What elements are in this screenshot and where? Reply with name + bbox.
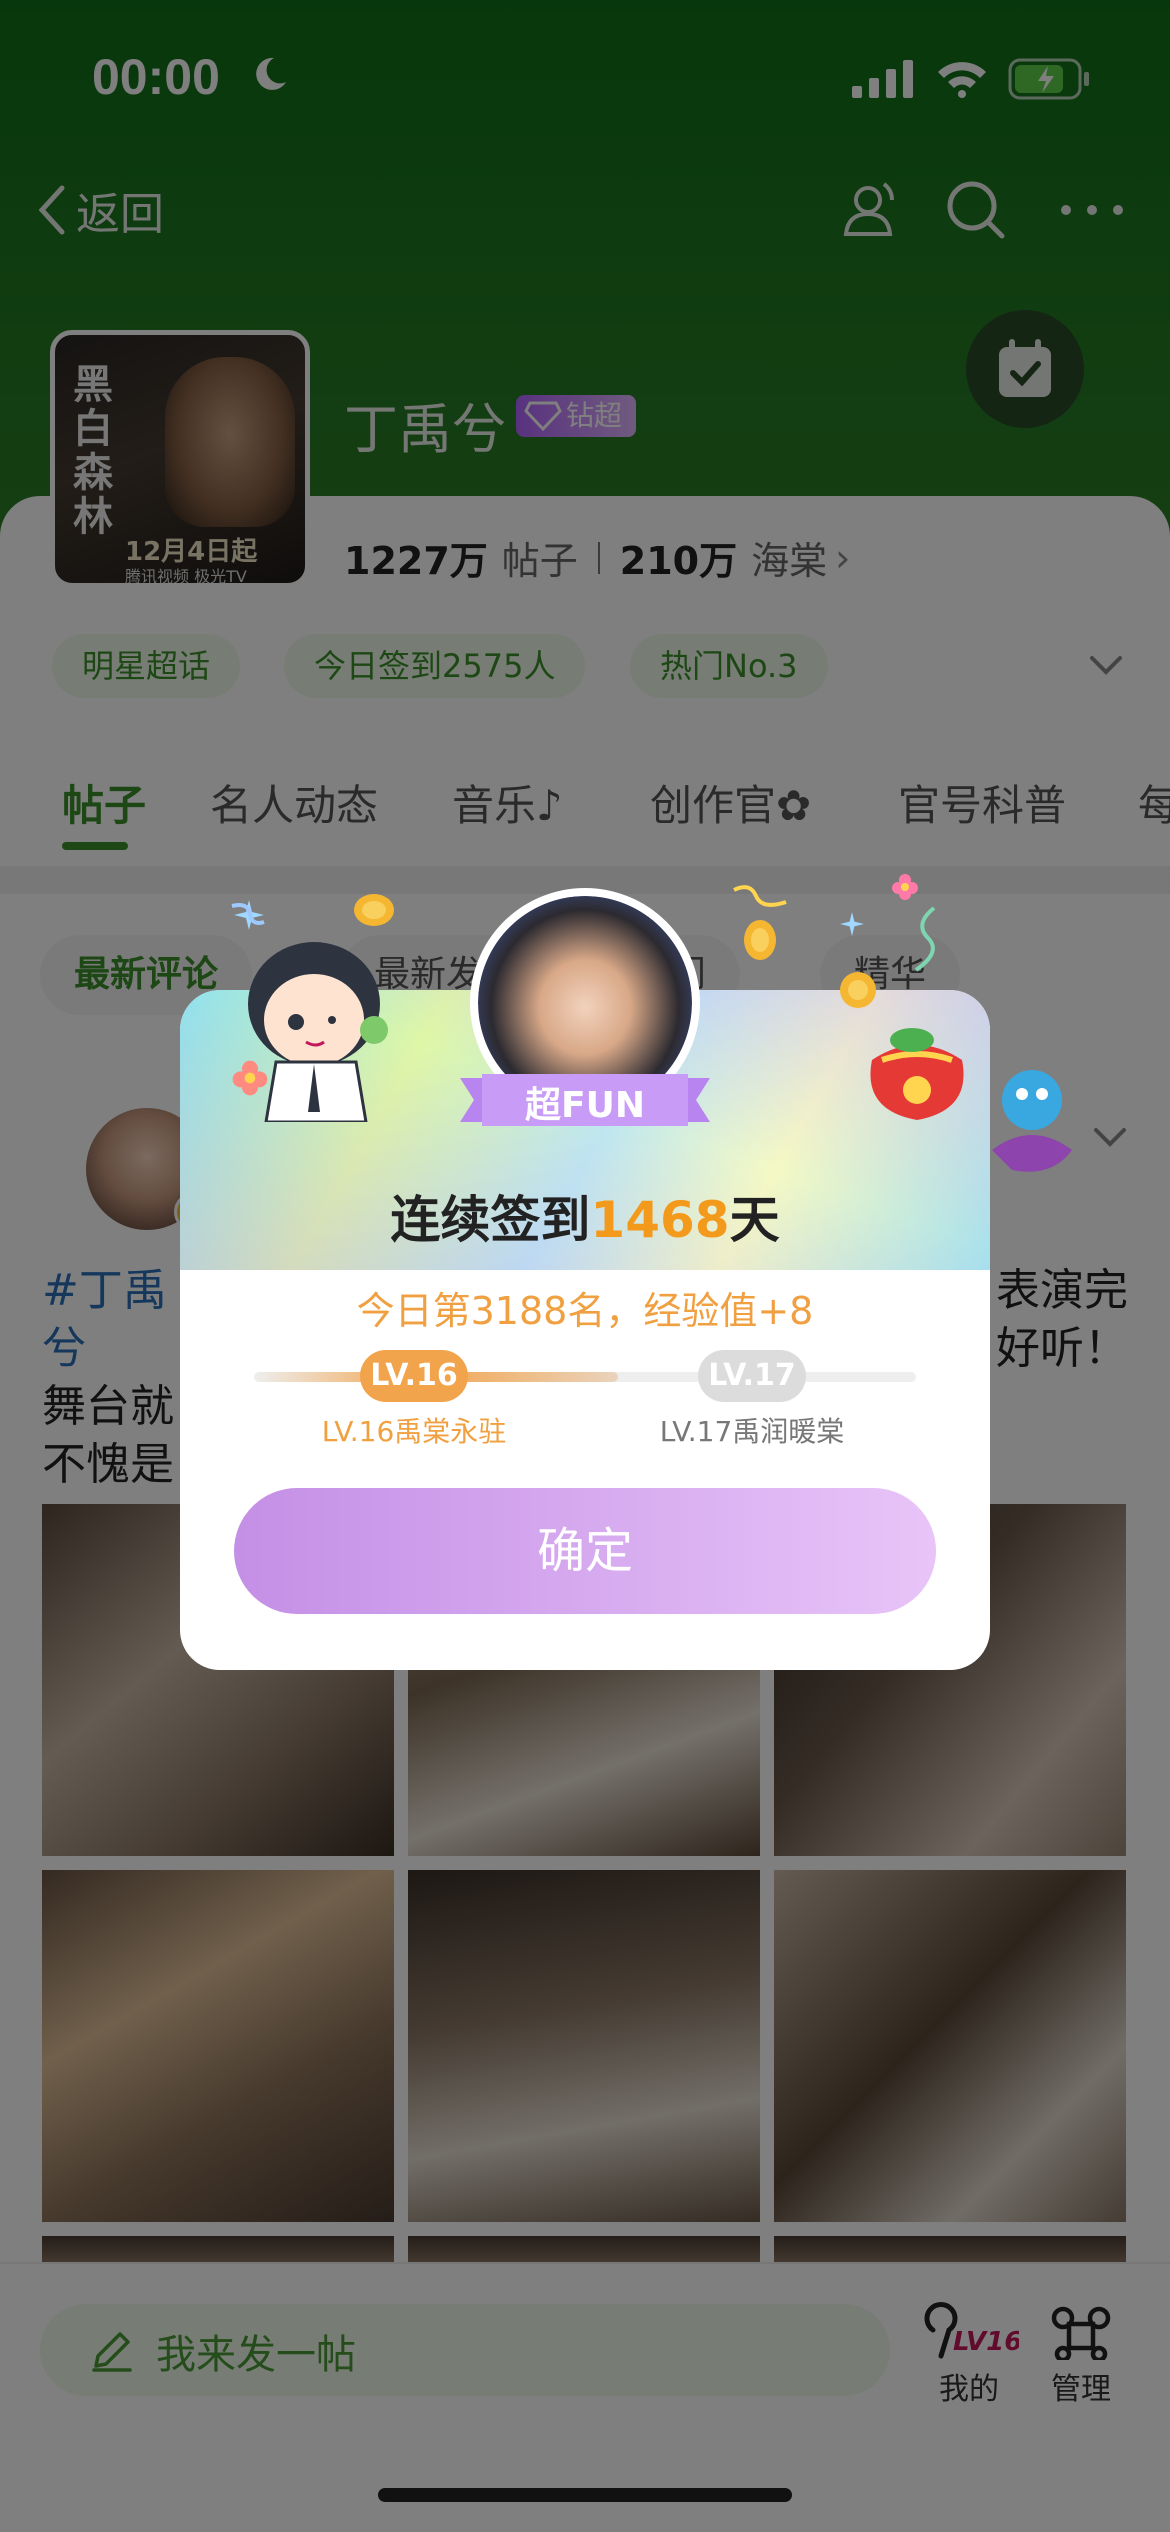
streak-text: 连续签到1468天 [180, 1180, 990, 1252]
coin-icon [354, 894, 394, 926]
fun-ribbon: 超FUN [460, 1068, 710, 1132]
rank-text: 今日第3188名，经验值+8 [356, 1289, 814, 1333]
lucky-bag-icon [870, 1028, 964, 1120]
coin-icon [744, 920, 776, 960]
flower-icon [892, 874, 918, 900]
next-level-name: LV.17禹润暖棠 [659, 1415, 845, 1448]
checkin-modal: 连续签到1468天 今日第3188名，经验值+8 LV.16 LV.17 LV.… [0, 0, 1170, 2532]
confirm-button[interactable]: 确定 [234, 1488, 936, 1614]
home-indicator[interactable] [378, 2488, 792, 2502]
streamer-icon [733, 885, 787, 907]
current-level-pill: LV.16 [360, 1350, 468, 1402]
ribbon-label: 超FUN [525, 1085, 645, 1126]
level-progress [254, 1372, 916, 1382]
current-level-name: LV.16禹棠永驻 [321, 1415, 507, 1448]
toy-decoration-icon [992, 1070, 1072, 1172]
next-level-pill: LV.17 [698, 1350, 806, 1402]
streamer-icon [231, 903, 265, 925]
streak-days: 1468 [590, 1191, 730, 1249]
streamer-icon [914, 906, 936, 972]
sparkle-icon [840, 912, 864, 936]
flower-icon [232, 1060, 268, 1096]
streak-suffix: 天 [729, 1191, 780, 1249]
coin-icon [840, 972, 876, 1008]
streak-prefix: 连续签到 [390, 1191, 591, 1249]
